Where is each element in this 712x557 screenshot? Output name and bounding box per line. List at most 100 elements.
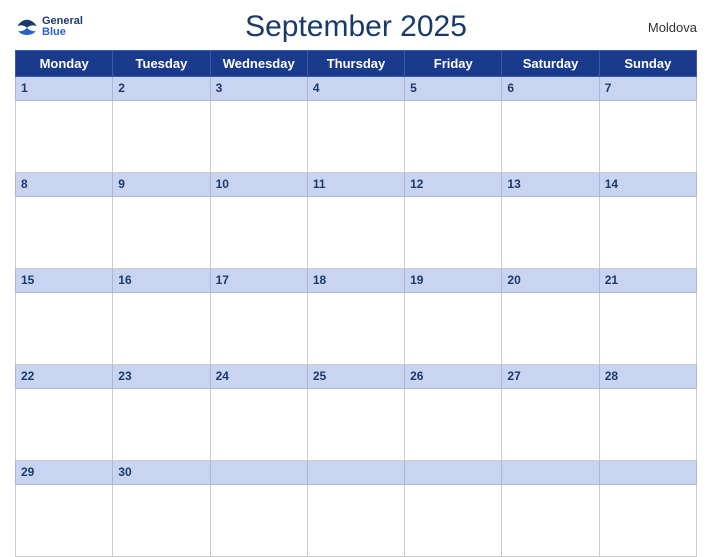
week-number-row-1: 1 2 34 5 6 7 — [16, 77, 697, 101]
date-cell-num: 17 — [210, 269, 307, 293]
day-number: 10 — [216, 177, 229, 191]
day-content-cell — [502, 197, 599, 269]
day-number: 18 — [313, 273, 326, 287]
logo-blue-text: Blue — [42, 27, 83, 38]
day-header-thursday: Thursday — [307, 51, 404, 77]
day-number: 30 — [118, 465, 131, 479]
day-number: 22 — [21, 369, 34, 383]
date-cell-num: 23 — [113, 365, 210, 389]
day-content-cell — [113, 293, 210, 365]
date-cell-num: 5 — [405, 77, 502, 101]
day-number: 13 — [507, 177, 520, 191]
day-number: 9 — [118, 177, 125, 191]
date-cell-num — [307, 461, 404, 485]
date-cell-num: 12 — [405, 173, 502, 197]
day-content-cell — [16, 101, 113, 173]
day-content-cell — [307, 101, 404, 173]
day-content-cell — [210, 197, 307, 269]
day-content-cell — [502, 389, 599, 461]
date-cell-num: 4 — [307, 77, 404, 101]
week-number-row-5: 29 30 — [16, 461, 697, 485]
week-content-row-2 — [16, 197, 697, 269]
logo: General Blue — [15, 16, 83, 38]
day-content-cell — [16, 293, 113, 365]
day-content-cell — [307, 389, 404, 461]
day-number: 7 — [605, 81, 612, 95]
day-number: 6 — [507, 81, 514, 95]
date-cell-num: 19 — [405, 269, 502, 293]
day-content-cell — [307, 197, 404, 269]
day-number: 15 — [21, 273, 34, 287]
day-number: 14 — [605, 177, 618, 191]
day-content-cell — [502, 485, 599, 557]
date-cell-num: 21 — [599, 269, 696, 293]
day-number: 17 — [216, 273, 229, 287]
day-content-cell — [599, 293, 696, 365]
date-cell-num: 16 — [113, 269, 210, 293]
day-content-cell — [16, 197, 113, 269]
country-label: Moldova — [648, 20, 697, 35]
day-content-cell — [210, 389, 307, 461]
week-number-row-4: 22 23 24 25 26 27 28 — [16, 365, 697, 389]
date-cell-num: 29 — [16, 461, 113, 485]
day-content-cell — [405, 389, 502, 461]
day-header-monday: Monday — [16, 51, 113, 77]
week-number-row-3: 15 16 17 18 19 20 21 — [16, 269, 697, 293]
date-cell-num: 25 — [307, 365, 404, 389]
day-content-cell — [113, 389, 210, 461]
week-content-row-5 — [16, 485, 697, 557]
week-content-row-4 — [16, 389, 697, 461]
day-content-cell — [405, 101, 502, 173]
day-number: 19 — [410, 273, 423, 287]
day-number: 27 — [507, 369, 520, 383]
day-content-cell — [210, 485, 307, 557]
date-cell-num — [502, 461, 599, 485]
day-number: 24 — [216, 369, 229, 383]
day-content-cell — [16, 485, 113, 557]
day-header-wednesday: Wednesday — [210, 51, 307, 77]
day-number: 2 — [118, 81, 125, 95]
day-content-cell — [113, 101, 210, 173]
day-content-cell — [210, 293, 307, 365]
date-cell-num: 15 — [16, 269, 113, 293]
day-content-cell — [405, 293, 502, 365]
day-number: 20 — [507, 273, 520, 287]
day-content-cell — [405, 197, 502, 269]
day-number: 21 — [605, 273, 618, 287]
day-number: 5 — [410, 81, 417, 95]
date-cell-num: 1 — [16, 77, 113, 101]
date-cell-num: 2 — [113, 77, 210, 101]
days-header-row: MondayTuesdayWednesdayThursdayFridaySatu… — [16, 51, 697, 77]
day-header-saturday: Saturday — [502, 51, 599, 77]
day-number: 12 — [410, 177, 423, 191]
date-cell-num: 10 — [210, 173, 307, 197]
day-number: 23 — [118, 369, 131, 383]
date-cell-num: 13 — [502, 173, 599, 197]
day-number: 1 — [21, 81, 28, 95]
day-content-cell — [599, 389, 696, 461]
day-header-tuesday: Tuesday — [113, 51, 210, 77]
day-content-cell — [307, 485, 404, 557]
day-content-cell — [599, 485, 696, 557]
date-cell-num: 26 — [405, 365, 502, 389]
date-cell-num: 24 — [210, 365, 307, 389]
date-cell-num: 27 — [502, 365, 599, 389]
day-number: 28 — [605, 369, 618, 383]
day-number: 29 — [21, 465, 34, 479]
date-cell-num: 9 — [113, 173, 210, 197]
date-cell-num — [405, 461, 502, 485]
day-number: 11 — [313, 177, 326, 191]
day-number: 25 — [313, 369, 326, 383]
day-content-cell — [307, 293, 404, 365]
date-cell-num: 28 — [599, 365, 696, 389]
calendar-title: September 2025 — [245, 10, 467, 44]
logo-bird-icon — [15, 18, 39, 36]
date-cell-num: 11 — [307, 173, 404, 197]
date-cell-num: 3 — [210, 77, 307, 101]
day-content-cell — [16, 389, 113, 461]
day-number: 26 — [410, 369, 423, 383]
calendar-header: General Blue September 2025 Moldova — [15, 10, 697, 44]
date-cell-num: 8 — [16, 173, 113, 197]
day-number: 4 — [313, 81, 320, 95]
day-content-cell — [502, 101, 599, 173]
